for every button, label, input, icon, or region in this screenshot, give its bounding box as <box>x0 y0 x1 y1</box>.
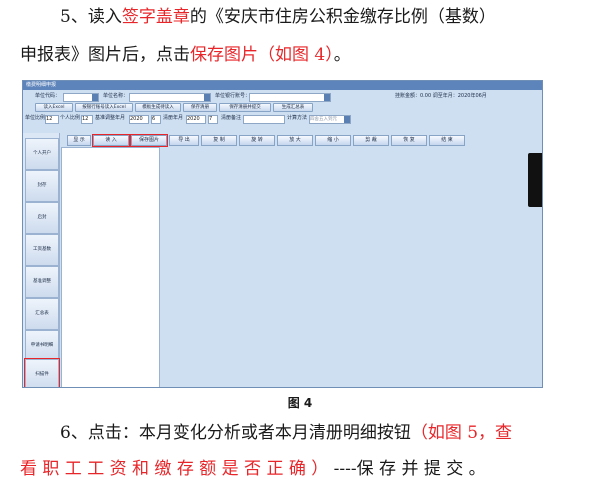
unit-ratio-input[interactable]: 12 <box>45 114 59 124</box>
sidebar-item-wage-base[interactable]: 工资基数 <box>25 234 59 266</box>
generate-summary-button[interactable]: 生成汇总表 <box>273 103 313 112</box>
unit-code-label: 单位代码： <box>35 93 61 99</box>
personal-ratio-label: 个人比例 <box>60 115 81 121</box>
rotate-button[interactable]: 旋 转 <box>239 135 275 146</box>
roster-remark-input[interactable] <box>243 114 285 124</box>
bank-account-select[interactable] <box>249 92 331 102</box>
para5-highlight: 签字盖章 <box>121 7 190 27</box>
roster-month-input[interactable]: 7 <box>208 114 218 124</box>
calc-method-label: 计算方法 <box>287 115 308 121</box>
generate-template-button[interactable]: 模板生成待读入 <box>135 103 181 112</box>
figure-caption: 图 4 <box>287 396 313 410</box>
para6-text: ----保 存 并 提 交 。 <box>328 459 486 479</box>
para6-highlight: （如图 5，查 <box>410 423 513 443</box>
bank-account-label: 单位银行账号： <box>215 93 251 99</box>
restore-button[interactable]: 恢 复 <box>391 135 427 146</box>
action-button-row: 读入Excel 按银行账号读入Excel 模板生成待读入 保存清册 保存清册并提… <box>23 102 542 112</box>
scrollbar-handle[interactable] <box>528 153 542 207</box>
roster-year-input[interactable]: 2020 <box>186 114 206 124</box>
balance-info: 挂账金额：0.00 调至年月：2020年06月 <box>395 93 487 99</box>
load-image-button[interactable]: 读 入 <box>92 134 130 147</box>
window-titlebar: 缴费明细申报 <box>23 81 542 90</box>
sidebar-item-base-adjust[interactable]: 基准调整 <box>25 266 59 298</box>
save-image-button[interactable]: 保存图片 <box>130 134 168 147</box>
para5-line1: 5、读入签字盖章的《安庆市住房公积金缴存比例（基数） <box>60 6 600 28</box>
figure-screenshot: 缴费明细申报 单位代码： 单位名称： 单位银行账号： 挂账金额：0.00 调至年… <box>22 80 543 388</box>
para6-line2: 看 职 工 工 资 和 缴 存 额 是 否 正 确 ） ----保 存 并 提 … <box>20 458 600 480</box>
copy-button[interactable]: 复 制 <box>201 135 237 146</box>
unit-name-label: 单位名称： <box>103 93 129 99</box>
calc-method-select[interactable]: 四舍五入到元 <box>309 114 351 124</box>
unit-code-select[interactable] <box>63 92 99 102</box>
para5-highlight: 保存图片（如图 4） <box>190 45 334 65</box>
sidebar-item-unseal[interactable]: 启封 <box>25 202 59 234</box>
para5-text: 5、读入 <box>60 7 122 27</box>
sidebar-item-scan[interactable]: 扫描件 <box>24 358 60 387</box>
zoom-out-button[interactable]: 缩 小 <box>315 135 351 146</box>
para6-highlight: 看 职 工 工 资 和 缴 存 额 是 否 正 确 ） <box>20 459 329 479</box>
save-and-submit-button[interactable]: 保存清册并提交 <box>219 103 271 112</box>
image-toolbar: 显 示 读 入 保存图片 导 出 复 制 旋 转 放 大 缩 小 剪 裁 恢 复… <box>61 134 542 147</box>
sidebar-item-summary[interactable]: 汇总表 <box>25 298 59 330</box>
para5-text: 申报表》图片后，点击 <box>20 45 190 65</box>
read-excel-by-account-button[interactable]: 按银行账号读入Excel <box>75 103 133 112</box>
para5-text: 。 <box>333 45 351 65</box>
unit-info-row: 单位代码： 单位名称： 单位银行账号： 挂账金额：0.00 调至年月：2020年… <box>23 91 542 102</box>
base-year-input[interactable]: 2020 <box>129 114 149 124</box>
sidebar-item-open-account[interactable]: 个人开户 <box>25 138 59 170</box>
para6-line1: 6、点击：本月变化分析或者本月清册明细按钮（如图 5，查 <box>60 422 600 444</box>
sidebar-item-seal[interactable]: 封存 <box>25 170 59 202</box>
read-excel-button[interactable]: 读入Excel <box>35 103 73 112</box>
show-button[interactable]: 显 示 <box>67 135 91 146</box>
para6-text: 6、点击：本月变化分析或者本月清册明细按钮 <box>60 423 411 443</box>
para5-line2: 申报表》图片后，点击保存图片（如图 4）。 <box>20 44 600 66</box>
window-title: 缴费明细申报 <box>26 82 57 88</box>
crop-button[interactable]: 剪 裁 <box>353 135 389 146</box>
roster-year-label: 清册年月 <box>163 115 184 121</box>
base-year-label: 基准调整年月 <box>95 115 126 121</box>
para5-text: 的《安庆市住房公积金缴存比例（基数） <box>189 7 496 27</box>
base-month-input[interactable]: 6 <box>151 114 161 124</box>
ratio-row: 单位比例 12 个人比例 12 基准调整年月 2020 6 清册年月 2020 … <box>23 113 542 124</box>
sidebar: 个人开户 封存 启封 工资基数 基准调整 汇总表 申请书明细 扫描件 <box>23 133 60 387</box>
unit-name-select[interactable] <box>129 92 211 102</box>
unit-ratio-label: 单位比例 <box>25 115 46 121</box>
save-roster-button[interactable]: 保存清册 <box>183 103 217 112</box>
zoom-in-button[interactable]: 放 大 <box>277 135 313 146</box>
sidebar-item-application-detail[interactable]: 申请书明细 <box>25 330 59 362</box>
image-preview-panel <box>61 147 160 387</box>
export-button[interactable]: 导 出 <box>169 135 199 146</box>
roster-remark-label: 清册备注 <box>221 115 242 121</box>
finish-button[interactable]: 结 束 <box>429 135 465 146</box>
personal-ratio-input[interactable]: 12 <box>81 114 93 124</box>
